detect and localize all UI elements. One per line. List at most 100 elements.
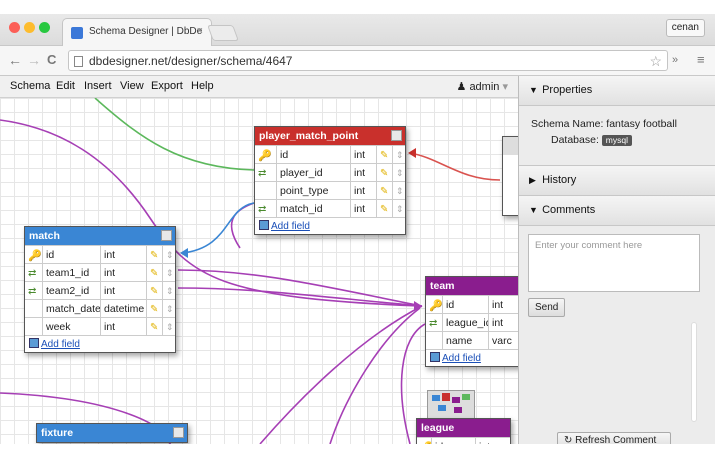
properties-section-header[interactable]: ▼ Properties [519, 76, 715, 106]
refresh-icon: ↻ [564, 435, 573, 444]
menu-schema[interactable]: Schema [10, 80, 50, 92]
table-settings-icon[interactable] [161, 230, 172, 241]
drag-handle-icon[interactable]: ⇕ [163, 282, 177, 300]
field-row[interactable]: 🔑 id int ✎ ⇕ [255, 145, 407, 164]
field-name: id [277, 146, 351, 164]
edit-pencil-icon[interactable]: ✎ [377, 146, 393, 164]
history-section-header[interactable]: ▶ History [519, 166, 715, 196]
minimize-window-icon[interactable] [24, 22, 35, 33]
table-settings-icon[interactable] [391, 130, 402, 141]
close-window-icon[interactable] [9, 22, 20, 33]
foreign-key-icon: ⇄ [426, 314, 443, 332]
comment-list-scrollbar[interactable] [691, 322, 697, 422]
add-field-link[interactable]: Add field [426, 349, 518, 366]
field-name: point_type [277, 182, 351, 200]
menu-export[interactable]: Export [151, 80, 183, 92]
reload-icon[interactable]: C [47, 52, 56, 67]
add-field-link[interactable]: Add field [255, 217, 405, 234]
designer-canvas[interactable]: player_match_point 🔑 id int ✎ ⇕ ⇄ player… [0, 98, 518, 444]
table-header[interactable]: team [426, 277, 518, 295]
edit-pencil-icon[interactable]: ✎ [377, 182, 393, 200]
edit-pencil-icon[interactable]: ✎ [147, 300, 163, 318]
database-badge: mysql [601, 135, 632, 146]
field-row[interactable]: 🔑 id int ✎ ⇕ [25, 245, 177, 264]
user-menu[interactable]: ♟ admin ▾ [457, 80, 509, 93]
field-row[interactable]: week int ✎ ⇕ [25, 317, 177, 336]
table-header[interactable]: fixture [37, 424, 187, 442]
edit-pencil-icon[interactable]: ✎ [147, 282, 163, 300]
extensions-more-icon[interactable]: » [672, 54, 678, 66]
field-name: id [443, 296, 489, 314]
chevron-down-icon: ▾ [502, 81, 508, 93]
drag-handle-icon[interactable]: ⇕ [393, 164, 407, 182]
plus-icon [430, 352, 440, 362]
table-header[interactable] [503, 137, 518, 155]
menu-view[interactable]: View [120, 80, 144, 92]
field-row[interactable]: 🔑 id int [417, 437, 510, 444]
edit-pencil-icon[interactable]: ✎ [377, 200, 393, 218]
field-row[interactable]: ⇄ player_id int ✎ ⇕ [255, 163, 407, 182]
new-tab-button[interactable] [207, 25, 239, 41]
field-row[interactable]: 🔑 id int [426, 295, 518, 314]
edit-pencil-icon[interactable]: ✎ [147, 246, 163, 264]
menu-edit[interactable]: Edit [56, 80, 75, 92]
field-type: int [101, 264, 147, 282]
relation-line-purple-6 [259, 305, 423, 444]
drag-handle-icon[interactable]: ⇕ [163, 246, 177, 264]
field-type: int [476, 438, 512, 444]
table-header[interactable]: league [417, 419, 510, 437]
browser-tab[interactable]: Schema Designer | DbDe × [62, 18, 212, 46]
menu-help[interactable]: Help [191, 80, 214, 92]
add-field-link[interactable]: Add field [25, 335, 175, 352]
table-settings-icon[interactable] [173, 427, 184, 438]
send-button[interactable]: Send [528, 298, 566, 317]
profile-button[interactable]: cenan [665, 19, 705, 37]
edit-pencil-icon[interactable]: ✎ [377, 164, 393, 182]
field-row[interactable]: ⇄ team1_id int ✎ ⇕ [25, 263, 177, 282]
drag-handle-icon[interactable]: ⇕ [163, 264, 177, 282]
chevron-down-icon: ▼ [529, 205, 538, 215]
field-row[interactable]: ⇄ team2_id int ✎ ⇕ [25, 281, 177, 300]
field-row[interactable]: name varc [426, 331, 518, 350]
edit-pencil-icon[interactable]: ✎ [147, 318, 163, 336]
table-fixture[interactable]: fixture [36, 423, 188, 443]
foreign-key-icon: ⇄ [255, 200, 277, 218]
close-tab-icon[interactable]: × [197, 25, 203, 37]
relation-line-purple-4 [230, 202, 255, 249]
drag-handle-icon[interactable]: ⇕ [163, 318, 177, 336]
drag-handle-icon[interactable]: ⇕ [393, 182, 407, 200]
field-row[interactable]: match_date datetime ✎ ⇕ [25, 299, 177, 318]
comment-input[interactable]: Enter your comment here [528, 234, 700, 292]
table-header[interactable]: match [25, 227, 175, 245]
field-row[interactable]: point_type int ✎ ⇕ [255, 181, 407, 200]
foreign-key-icon: ⇄ [255, 164, 277, 182]
field-icon-empty [25, 318, 43, 336]
minimap[interactable] [427, 390, 475, 420]
field-row[interactable]: ⇄ league_id int [426, 313, 518, 332]
field-icon-empty [255, 182, 277, 200]
table-team[interactable]: team 🔑 id int ⇄ league_id int name varc … [425, 276, 518, 367]
menu-insert[interactable]: Insert [84, 80, 112, 92]
edit-pencil-icon[interactable]: ✎ [147, 264, 163, 282]
drag-handle-icon[interactable]: ⇕ [393, 146, 407, 164]
table-match[interactable]: match 🔑 id int ✎ ⇕ ⇄ team1_id int ✎ ⇕ ⇄ … [24, 226, 176, 353]
table-league[interactable]: league 🔑 id int [416, 418, 511, 444]
chrome-menu-icon[interactable]: ≡ [697, 52, 705, 67]
field-row[interactable]: ⇄ match_id int ✎ ⇕ [255, 199, 407, 218]
comments-section-header[interactable]: ▼ Comments [519, 196, 715, 226]
field-icon-empty [426, 332, 443, 350]
bookmark-star-icon[interactable]: ☆ [649, 53, 662, 70]
field-type: int [351, 182, 377, 200]
forward-icon[interactable]: → [27, 52, 41, 68]
table-header[interactable]: player_match_point [255, 127, 405, 145]
refresh-comment-list-button[interactable]: ↻ Refresh Comment List [557, 432, 671, 444]
maximize-window-icon[interactable] [39, 22, 50, 33]
field-type: varc [492, 335, 512, 347]
drag-handle-icon[interactable]: ⇕ [393, 200, 407, 218]
url-input[interactable]: dbdesigner.net/designer/schema/4647 ☆ [68, 50, 668, 71]
table-player-match-point[interactable]: player_match_point 🔑 id int ✎ ⇕ ⇄ player… [254, 126, 406, 235]
drag-handle-icon[interactable]: ⇕ [163, 300, 177, 318]
table-name: match [29, 230, 60, 242]
back-icon[interactable]: ← [8, 52, 22, 68]
table-offscreen[interactable] [502, 136, 518, 216]
